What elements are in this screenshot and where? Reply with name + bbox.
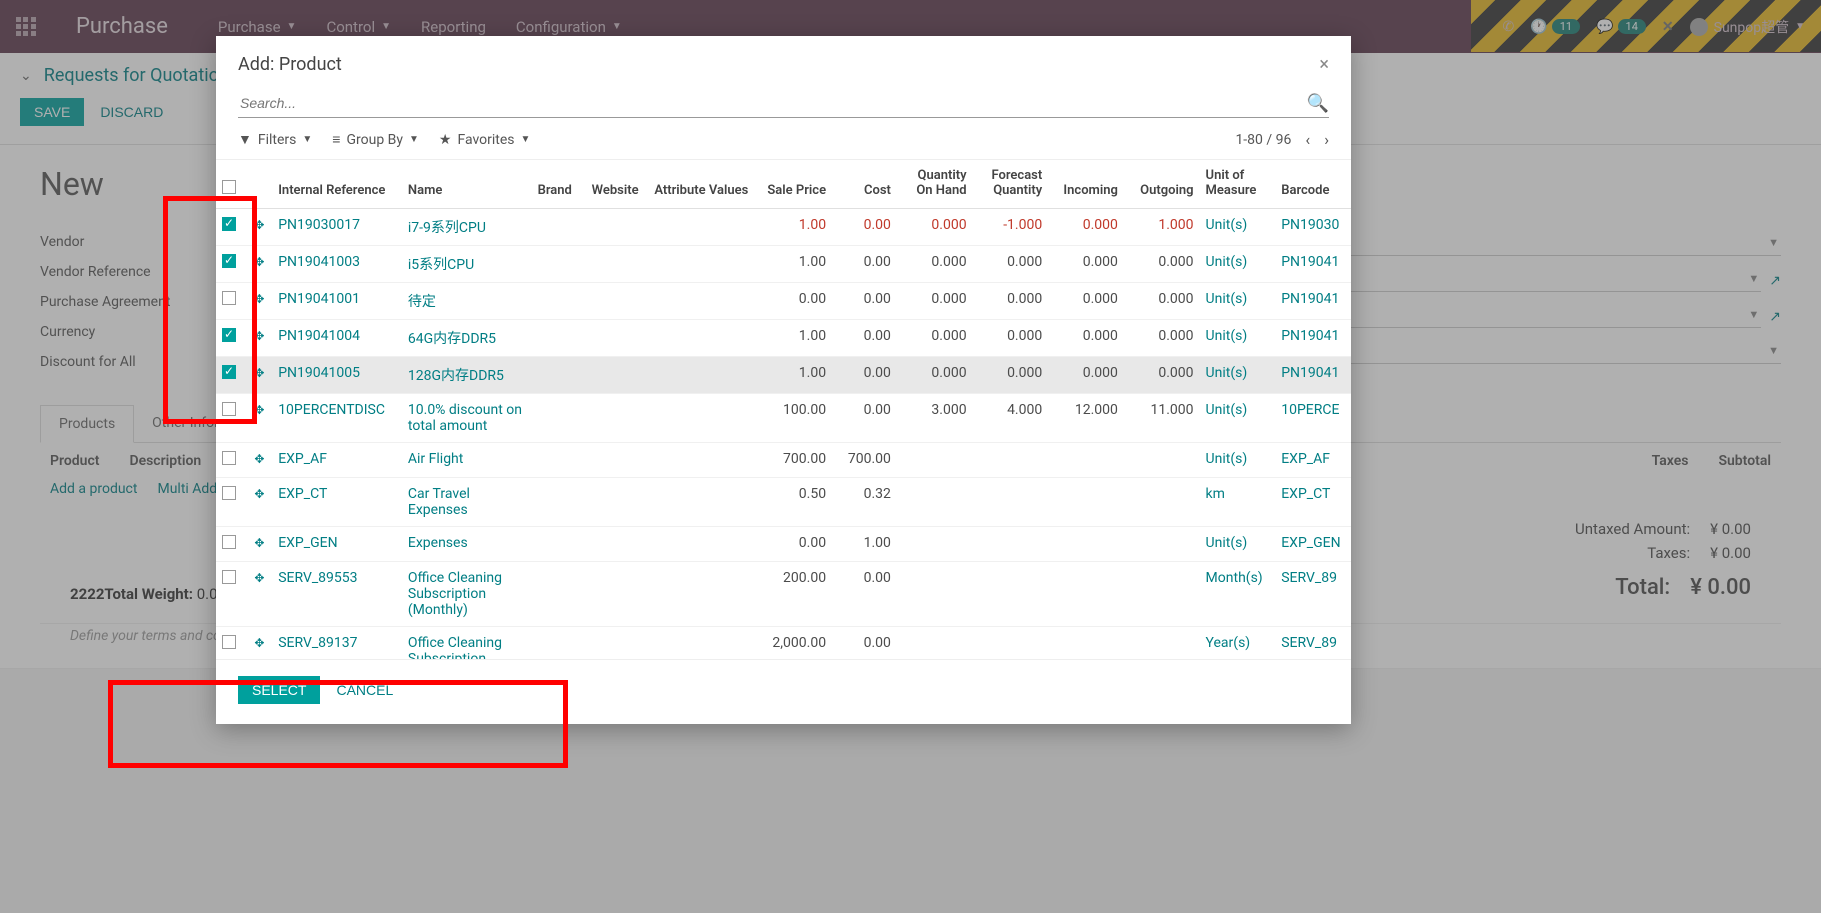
row-checkbox[interactable] [222,291,236,305]
table-row[interactable]: ✥EXP_AFAir Flight700.00700.00Unit(s)EXP_… [216,443,1351,478]
row-checkbox[interactable] [222,570,236,584]
product-table: Internal Reference Name Brand Website At… [216,160,1351,659]
cell-uom[interactable]: Unit(s) [1206,217,1248,233]
favorites-dropdown[interactable]: ★Favorites▼ [439,131,531,148]
groupby-dropdown[interactable]: ≡Group By▼ [332,131,419,148]
cell-name[interactable]: Expenses [408,535,468,551]
cell-uom[interactable]: Unit(s) [1206,535,1248,551]
close-icon[interactable]: × [1319,54,1329,75]
table-row[interactable]: ✥SERV_89137Office Cleaning Subscription2… [216,627,1351,660]
cell-uom[interactable]: Unit(s) [1206,451,1248,467]
select-button[interactable]: SELECT [238,676,320,704]
cell-uom[interactable]: Year(s) [1206,635,1251,651]
search-box: 🔍 [238,89,1329,118]
pager-prev[interactable]: ‹ [1305,130,1310,149]
row-checkbox[interactable] [222,635,236,649]
cell-ref[interactable]: EXP_AF [278,451,327,467]
pager-next[interactable]: › [1324,130,1329,149]
row-checkbox[interactable] [222,535,236,549]
select-all-checkbox[interactable] [222,180,236,194]
drag-icon[interactable]: ✥ [254,636,264,650]
cell-name[interactable]: 128G内存DDR5 [408,368,504,384]
row-checkbox[interactable] [222,328,236,342]
cell-barcode[interactable]: EXP_GEN [1281,535,1340,551]
cell-name[interactable]: i5系列CPU [408,257,474,273]
drag-icon[interactable]: ✥ [254,452,264,466]
cell-uom[interactable]: km [1206,486,1225,502]
cell-ref[interactable]: SERV_89137 [278,635,357,651]
cell-name[interactable]: i7-9系列CPU [408,220,486,236]
table-row[interactable]: ✥PN1904100464G内存DDR51.000.000.0000.0000.… [216,320,1351,357]
table-row[interactable]: ✥ SERV_89553 Office Cleaning Subscription … [216,562,1351,627]
table-row[interactable]: ✥EXP_GENExpenses0.001.00Unit(s)EXP_GEN [216,527,1351,562]
drag-icon[interactable]: ✥ [254,292,264,306]
cell-uom[interactable]: Unit(s) [1206,291,1248,307]
cell-barcode[interactable]: EXP_AF [1281,451,1330,467]
cell-barcode[interactable]: PN19041 [1281,328,1339,344]
table-row[interactable]: ✥PN19030017i7-9系列CPU1.000.000.000-1.0000… [216,209,1351,246]
cell-barcode[interactable]: 10PERCE [1281,402,1339,418]
cell-name[interactable]: 待定 [408,294,436,310]
cancel-button[interactable]: CANCEL [336,676,393,704]
cell-ref[interactable]: PN19041003 [278,254,360,270]
add-product-modal: Add: Product × 🔍 ▼Filters▼ ≡Group By▼ ★F… [216,36,1351,724]
cell-barcode[interactable]: SERV_89 [1281,635,1337,651]
cell-barcode[interactable]: PN19041 [1281,254,1339,270]
cell-name[interactable]: Air Flight [408,451,463,467]
cell-ref[interactable]: PN19041005 [278,365,360,381]
cell-name[interactable]: 64G内存DDR5 [408,331,496,347]
row-checkbox[interactable] [222,451,236,465]
cell-ref[interactable]: EXP_GEN [278,535,337,551]
drag-icon[interactable]: ✥ [254,218,264,232]
cell-ref[interactable]: EXP_CT [278,486,327,502]
cell-name[interactable]: Office Cleaning Subscription [408,635,502,659]
row-checkbox[interactable] [222,486,236,500]
cell-barcode[interactable]: PN19041 [1281,365,1339,381]
cell-barcode[interactable]: PN19030 [1281,217,1339,233]
cell-uom[interactable]: Unit(s) [1206,365,1248,381]
search-input[interactable] [238,89,1307,117]
cell-ref[interactable]: 10PERCENTDISC [278,402,385,418]
filter-icon: ▼ [238,131,252,148]
table-row[interactable]: ✥EXP_CTCar Travel Expenses0.500.32kmEXP_… [216,478,1351,527]
cell-uom[interactable]: Unit(s) [1206,328,1248,344]
drag-icon[interactable]: ✥ [254,366,264,380]
cell-uom[interactable]: Month(s) [1206,570,1263,586]
cell-barcode[interactable]: PN19041 [1281,291,1339,307]
cell-uom[interactable]: Unit(s) [1206,402,1248,418]
drag-icon[interactable]: ✥ [254,403,264,417]
cell-ref[interactable]: PN19030017 [278,217,360,233]
filters-dropdown[interactable]: ▼Filters▼ [238,131,312,148]
drag-icon[interactable]: ✥ [254,329,264,343]
cell-name[interactable]: 10.0% discount on total amount [408,402,522,434]
cell-name[interactable]: Office Cleaning Subscription (Monthly) [408,570,502,618]
table-row[interactable]: ✥PN19041003i5系列CPU1.000.000.0000.0000.00… [216,246,1351,283]
table-row[interactable]: ✥PN19041001待定0.000.000.0000.0000.0000.00… [216,283,1351,320]
cell-ref[interactable]: PN19041001 [278,291,360,307]
table-row[interactable]: ✥PN19041005128G内存DDR51.000.000.0000.0000… [216,357,1351,394]
list-icon: ≡ [332,131,340,148]
drag-icon[interactable]: ✥ [254,487,264,501]
pager: 1-80 / 96 ‹ › [1235,130,1329,149]
cell-uom[interactable]: Unit(s) [1206,254,1248,270]
cell-barcode[interactable]: SERV_89 [1281,570,1337,586]
cell-barcode[interactable]: EXP_CT [1281,486,1330,502]
modal-title: Add: Product [238,54,342,75]
cell-name[interactable]: Car Travel Expenses [408,486,470,518]
star-icon: ★ [439,132,452,148]
search-icon[interactable]: 🔍 [1307,93,1329,114]
drag-icon[interactable]: ✥ [254,536,264,550]
row-checkbox[interactable] [222,217,236,231]
table-row[interactable]: ✥ 10PERCENTDISC 10.0% discount on total am… [216,394,1351,443]
cell-ref[interactable]: PN19041004 [278,328,360,344]
drag-icon[interactable]: ✥ [254,571,264,585]
row-checkbox[interactable] [222,254,236,268]
row-checkbox[interactable] [222,402,236,416]
drag-icon[interactable]: ✥ [254,255,264,269]
row-checkbox[interactable] [222,365,236,379]
cell-ref[interactable]: SERV_89553 [278,570,357,586]
